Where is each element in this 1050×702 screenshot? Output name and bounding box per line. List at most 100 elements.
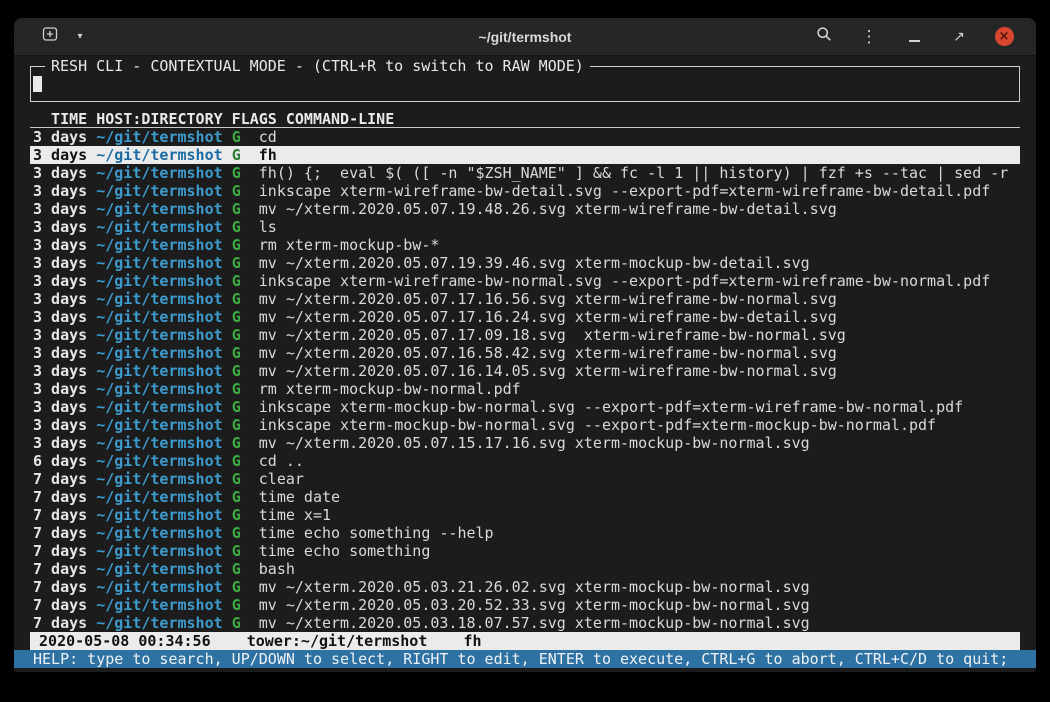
row-time: 3 days xyxy=(33,344,96,362)
row-command: inkscape xterm-wireframe-bw-detail.svg -… xyxy=(259,182,991,200)
history-row[interactable]: 3 days ~/git/termshot G mv ~/xterm.2020.… xyxy=(30,326,1020,344)
row-separator xyxy=(241,236,259,254)
history-row[interactable]: 7 days ~/git/termshot G mv ~/xterm.2020.… xyxy=(30,614,1020,632)
row-separator xyxy=(223,146,232,164)
row-command: rm xterm-mockup-bw-* xyxy=(259,236,440,254)
row-separator xyxy=(223,452,232,470)
row-host: ~/git/termshot xyxy=(96,326,222,344)
row-command: fh() {; eval $( ([ -n "$ZSH_NAME" ] && f… xyxy=(259,164,1009,182)
row-host: ~/git/termshot xyxy=(96,452,222,470)
history-row[interactable]: 6 days ~/git/termshot G cd .. xyxy=(30,452,1020,470)
row-separator xyxy=(241,164,259,182)
row-time: 7 days xyxy=(33,596,96,614)
history-row[interactable]: 7 days ~/git/termshot G time x=1 xyxy=(30,506,1020,524)
history-row[interactable]: 7 days ~/git/termshot G bash xyxy=(30,560,1020,578)
row-separator xyxy=(223,254,232,272)
titlebar-left-controls: ▾ xyxy=(40,25,90,49)
search-box[interactable]: RESH CLI - CONTEXTUAL MODE - (CTRL+R to … xyxy=(30,66,1020,102)
minimize-button[interactable] xyxy=(904,25,924,49)
row-command: rm xterm-mockup-bw-normal.pdf xyxy=(259,380,521,398)
history-row[interactable]: 3 days ~/git/termshot G fh xyxy=(30,146,1020,164)
row-separator xyxy=(223,596,232,614)
window-title: ~/git/termshot xyxy=(479,29,572,45)
titlebar[interactable]: ▾ ~/git/termshot ⋮ xyxy=(14,18,1036,56)
row-flags: G xyxy=(232,488,241,506)
row-host: ~/git/termshot xyxy=(96,470,222,488)
history-row[interactable]: 7 days ~/git/termshot G time date xyxy=(30,488,1020,506)
row-flags: G xyxy=(232,470,241,488)
history-row[interactable]: 3 days ~/git/termshot G mv ~/xterm.2020.… xyxy=(30,290,1020,308)
row-separator xyxy=(241,272,259,290)
row-host: ~/git/termshot xyxy=(96,308,222,326)
close-button[interactable]: × xyxy=(994,25,1014,49)
row-host: ~/git/termshot xyxy=(96,218,222,236)
row-host: ~/git/termshot xyxy=(96,578,222,596)
tab-dropdown-button[interactable]: ▾ xyxy=(70,25,90,49)
new-tab-button[interactable] xyxy=(40,25,60,49)
row-flags: G xyxy=(232,236,241,254)
history-row[interactable]: 3 days ~/git/termshot G mv ~/xterm.2020.… xyxy=(30,200,1020,218)
row-separator xyxy=(241,182,259,200)
history-row[interactable]: 3 days ~/git/termshot G mv ~/xterm.2020.… xyxy=(30,362,1020,380)
row-command: inkscape xterm-mockup-bw-normal.svg --ex… xyxy=(259,416,936,434)
search-icon xyxy=(816,26,832,47)
history-row[interactable]: 3 days ~/git/termshot G inkscape xterm-m… xyxy=(30,416,1020,434)
row-time: 7 days xyxy=(33,560,96,578)
menu-button[interactable]: ⋮ xyxy=(859,25,879,49)
row-time: 7 days xyxy=(33,488,96,506)
row-command: mv ~/xterm.2020.05.07.19.48.26.svg xterm… xyxy=(259,200,837,218)
row-time: 7 days xyxy=(33,470,96,488)
row-separator xyxy=(241,254,259,272)
row-separator xyxy=(241,308,259,326)
history-row[interactable]: 7 days ~/git/termshot G time echo someth… xyxy=(30,524,1020,542)
row-command: inkscape xterm-wireframe-bw-normal.svg -… xyxy=(259,272,991,290)
row-command: time date xyxy=(259,488,340,506)
restore-button[interactable]: ↗ xyxy=(949,25,969,49)
row-command: mv ~/xterm.2020.05.07.15.17.16.svg xterm… xyxy=(259,434,810,452)
row-command: mv ~/xterm.2020.05.03.18.07.57.svg xterm… xyxy=(259,614,810,632)
row-time: 3 days xyxy=(33,164,96,182)
history-row[interactable]: 3 days ~/git/termshot G mv ~/xterm.2020.… xyxy=(30,434,1020,452)
history-row[interactable]: 3 days ~/git/termshot G inkscape xterm-m… xyxy=(30,398,1020,416)
history-row[interactable]: 3 days ~/git/termshot G inkscape xterm-w… xyxy=(30,272,1020,290)
row-separator xyxy=(241,146,259,164)
row-host: ~/git/termshot xyxy=(96,542,222,560)
history-row[interactable]: 3 days ~/git/termshot G ls xyxy=(30,218,1020,236)
row-flags: G xyxy=(232,182,241,200)
history-row[interactable]: 7 days ~/git/termshot G mv ~/xterm.2020.… xyxy=(30,596,1020,614)
row-flags: G xyxy=(232,398,241,416)
row-separator xyxy=(241,452,259,470)
history-row[interactable]: 3 days ~/git/termshot G cd xyxy=(30,128,1020,146)
history-row[interactable]: 3 days ~/git/termshot G mv ~/xterm.2020.… xyxy=(30,344,1020,362)
history-row[interactable]: 3 days ~/git/termshot G mv ~/xterm.2020.… xyxy=(30,254,1020,272)
history-row[interactable]: 3 days ~/git/termshot G rm xterm-mockup-… xyxy=(30,236,1020,254)
history-row[interactable]: 7 days ~/git/termshot G clear xyxy=(30,470,1020,488)
history-row[interactable]: 7 days ~/git/termshot G time echo someth… xyxy=(30,542,1020,560)
row-command: cd xyxy=(259,128,277,146)
row-time: 3 days xyxy=(33,128,96,146)
row-separator xyxy=(241,434,259,452)
row-time: 3 days xyxy=(33,272,96,290)
row-command: mv ~/xterm.2020.05.03.21.26.02.svg xterm… xyxy=(259,578,810,596)
row-time: 3 days xyxy=(33,200,96,218)
row-time: 3 days xyxy=(33,308,96,326)
row-flags: G xyxy=(232,146,241,164)
row-separator xyxy=(241,128,259,146)
history-row[interactable]: 3 days ~/git/termshot G rm xterm-mockup-… xyxy=(30,380,1020,398)
history-row[interactable]: 7 days ~/git/termshot G mv ~/xterm.2020.… xyxy=(30,578,1020,596)
row-host: ~/git/termshot xyxy=(96,272,222,290)
row-separator xyxy=(223,434,232,452)
history-row[interactable]: 3 days ~/git/termshot G fh() {; eval $( … xyxy=(30,164,1020,182)
row-command: bash xyxy=(259,560,295,578)
row-flags: G xyxy=(232,380,241,398)
search-box-label: RESH CLI - CONTEXTUAL MODE - (CTRL+R to … xyxy=(45,57,590,75)
row-separator xyxy=(241,362,259,380)
row-command: mv ~/xterm.2020.05.07.16.58.42.svg xterm… xyxy=(259,344,837,362)
history-row[interactable]: 3 days ~/git/termshot G mv ~/xterm.2020.… xyxy=(30,308,1020,326)
row-command: time echo something --help xyxy=(259,524,494,542)
row-separator xyxy=(223,488,232,506)
row-time: 3 days xyxy=(33,416,96,434)
search-button[interactable] xyxy=(814,25,834,49)
row-flags: G xyxy=(232,290,241,308)
history-row[interactable]: 3 days ~/git/termshot G inkscape xterm-w… xyxy=(30,182,1020,200)
